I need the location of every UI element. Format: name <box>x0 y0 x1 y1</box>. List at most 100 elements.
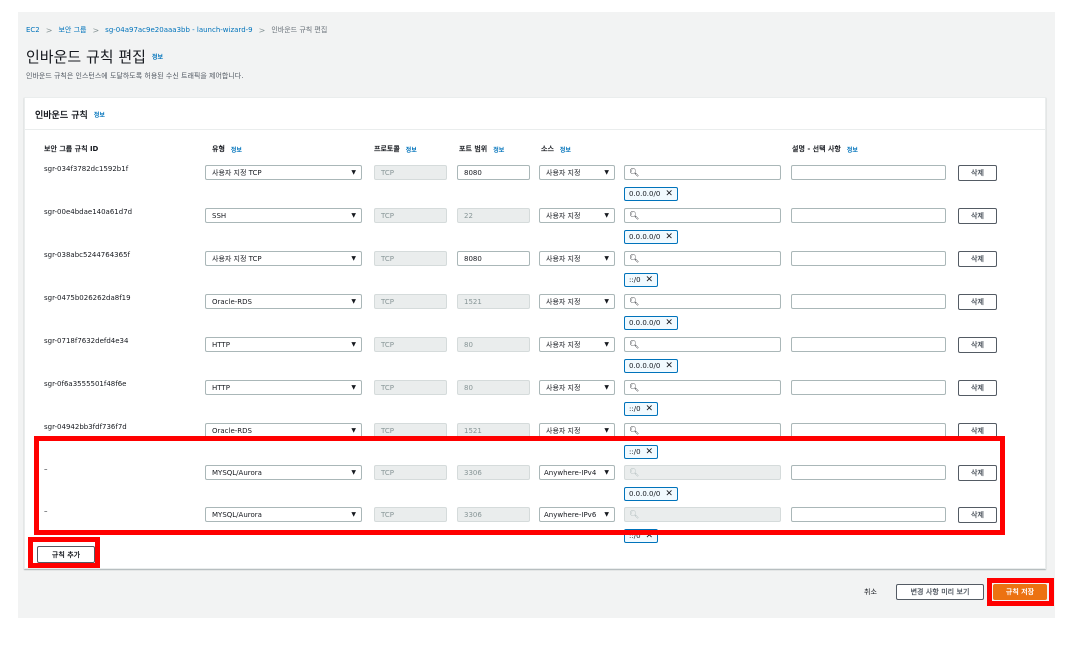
column-header-label: 포트 범위 <box>459 145 488 153</box>
protocol-field: TCP <box>374 337 447 352</box>
description-input[interactable] <box>791 251 946 266</box>
column-header-port-range: 포트 범위 정보 <box>459 144 504 154</box>
info-link[interactable]: 정보 <box>231 145 242 154</box>
close-icon[interactable]: ✕ <box>665 189 673 199</box>
chevron-right-icon: > <box>45 25 53 35</box>
source-value: 사용자 지정 <box>546 426 581 435</box>
source-value: 사용자 지정 <box>546 254 581 263</box>
description-input[interactable] <box>791 208 946 223</box>
caret-down-icon: ▼ <box>604 169 609 176</box>
protocol-field: TCP <box>374 294 447 309</box>
delete-button[interactable]: 삭제 <box>958 251 997 267</box>
info-link[interactable]: 정보 <box>493 145 504 154</box>
highlight-new-rules <box>34 436 1005 535</box>
delete-button[interactable]: 삭제 <box>958 380 997 396</box>
delete-button[interactable]: 삭제 <box>958 208 997 224</box>
cancel-link[interactable]: 취소 <box>864 587 877 597</box>
cidr-token: 0.0.0.0/0 ✕ <box>624 359 678 373</box>
protocol-field: TCP <box>374 165 447 180</box>
info-link[interactable]: 정보 <box>847 145 858 154</box>
info-link[interactable]: 정보 <box>406 145 417 154</box>
source-select[interactable]: 사용자 지정 ▼ <box>539 380 615 395</box>
breadcrumb-ec2[interactable]: EC2 <box>26 26 40 34</box>
description-input[interactable] <box>791 337 946 352</box>
type-value: HTTP <box>212 383 230 392</box>
source-select[interactable]: 사용자 지정 ▼ <box>539 251 615 266</box>
type-select[interactable]: SSH ▼ <box>205 208 362 223</box>
close-icon[interactable]: ✕ <box>665 318 673 328</box>
rule-id: sgr-034f3782dc1592b1f <box>44 165 129 173</box>
caret-down-icon: ▼ <box>351 384 356 391</box>
preview-changes-button[interactable]: 변경 사항 미리 보기 <box>896 584 984 600</box>
cidr-value: 0.0.0.0/0 <box>629 233 661 241</box>
close-icon[interactable]: ✕ <box>646 275 654 285</box>
port-range-field: 80 <box>457 337 530 352</box>
source-value: 사용자 지정 <box>546 297 581 306</box>
cidr-search-input[interactable]: 🔍︎ <box>624 165 781 180</box>
source-select[interactable]: 사용자 지정 ▼ <box>539 294 615 309</box>
rule-id: sgr-0f6a3555501f48f6e <box>44 380 127 388</box>
protocol-field: TCP <box>374 380 447 395</box>
caret-down-icon: ▼ <box>351 427 356 434</box>
rule-row: sgr-0475b026262da8f19 Oracle-RDS ▼ TCP 15… <box>25 294 1045 336</box>
breadcrumb-security-group[interactable]: sg-04a97ac9e20aaa3bb - launch-wizard-9 <box>105 26 252 34</box>
type-select[interactable]: HTTP ▼ <box>205 337 362 352</box>
description-input[interactable] <box>791 294 946 309</box>
source-select[interactable]: 사용자 지정 ▼ <box>539 337 615 352</box>
caret-down-icon: ▼ <box>604 341 609 348</box>
type-value: Oracle-RDS <box>212 426 253 435</box>
breadcrumb-security-groups[interactable]: 보안 그룹 <box>58 25 86 35</box>
highlight-add-rule <box>28 537 100 568</box>
cidr-token: ::/0 ✕ <box>624 273 659 287</box>
delete-button[interactable]: 삭제 <box>958 294 997 310</box>
close-icon[interactable]: ✕ <box>646 404 654 414</box>
page-info-link[interactable]: 정보 <box>152 52 163 61</box>
caret-down-icon: ▼ <box>604 298 609 305</box>
type-select[interactable]: 사용자 지정 TCP ▼ <box>205 251 362 266</box>
page-title-text: 인바운드 규칙 편집 <box>26 48 146 66</box>
close-icon[interactable]: ✕ <box>665 361 673 371</box>
rule-row: sgr-0718f7632defd4e34 HTTP ▼ TCP 80 사용자 지… <box>25 337 1045 379</box>
caret-down-icon: ▼ <box>351 298 356 305</box>
rule-id: sgr-0718f7632defd4e34 <box>44 337 129 345</box>
type-value: 사용자 지정 TCP <box>212 254 262 263</box>
search-icon: 🔍︎ <box>629 297 640 306</box>
page-subtitle: 인바운드 규칙은 인스턴스에 도달하도록 허용된 수신 트래픽을 제어합니다. <box>26 72 244 80</box>
source-select[interactable]: 사용자 지정 ▼ <box>539 208 615 223</box>
cidr-search-input[interactable]: 🔍︎ <box>624 208 781 223</box>
cidr-search-input[interactable]: 🔍︎ <box>624 337 781 352</box>
description-input[interactable] <box>791 380 946 395</box>
cidr-search-input[interactable]: 🔍︎ <box>624 251 781 266</box>
column-header-type: 유형 정보 <box>212 144 242 154</box>
search-icon: 🔍︎ <box>629 254 640 263</box>
port-range-input[interactable]: 8080 <box>457 165 530 180</box>
cidr-search-input[interactable]: 🔍︎ <box>624 380 781 395</box>
search-icon: 🔍︎ <box>629 340 640 349</box>
rule-row: sgr-038abc5244764365f 사용자 지정 TCP ▼ TCP 80… <box>25 251 1045 293</box>
column-header-protocol: 프로토콜 정보 <box>374 144 417 154</box>
panel-info-link[interactable]: 정보 <box>94 110 105 119</box>
cidr-search-input[interactable]: 🔍︎ <box>624 294 781 309</box>
close-icon[interactable]: ✕ <box>665 232 673 242</box>
description-input[interactable] <box>791 165 946 180</box>
panel-title-text: 인바운드 규칙 <box>35 111 88 121</box>
port-range-field: 80 <box>457 380 530 395</box>
rule-row: sgr-0f6a3555501f48f6e HTTP ▼ TCP 80 사용자 지… <box>25 380 1045 422</box>
caret-down-icon: ▼ <box>351 255 356 262</box>
type-select[interactable]: 사용자 지정 TCP ▼ <box>205 165 362 180</box>
delete-button[interactable]: 삭제 <box>958 337 997 353</box>
port-range-input[interactable]: 8080 <box>457 251 530 266</box>
source-select[interactable]: 사용자 지정 ▼ <box>539 165 615 180</box>
search-icon: 🔍︎ <box>629 383 640 392</box>
column-header-source: 소스 정보 <box>541 144 571 154</box>
column-header-label: 설명 - 선택 사항 <box>792 145 841 153</box>
save-rules-button[interactable]: 규칙 저장 <box>993 584 1047 600</box>
delete-button[interactable]: 삭제 <box>958 165 997 181</box>
source-value: 사용자 지정 <box>546 383 581 392</box>
type-select[interactable]: HTTP ▼ <box>205 380 362 395</box>
rule-id: sgr-038abc5244764365f <box>44 251 130 259</box>
info-link[interactable]: 정보 <box>560 145 571 154</box>
source-value: 사용자 지정 <box>546 340 581 349</box>
type-value: SSH <box>212 211 227 220</box>
type-select[interactable]: Oracle-RDS ▼ <box>205 294 362 309</box>
